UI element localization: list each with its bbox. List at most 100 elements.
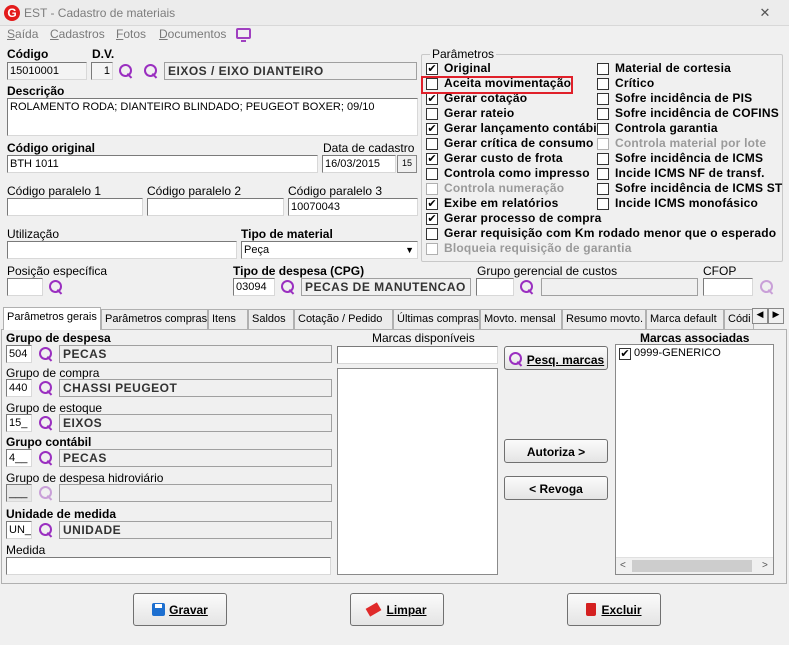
marcas-disponiveis-list[interactable] xyxy=(337,368,498,575)
parametro-checkbox[interactable] xyxy=(597,93,609,105)
parametro-checkbox[interactable] xyxy=(597,123,609,135)
parametro-checkbox[interactable] xyxy=(597,78,609,90)
calendar-icon[interactable]: 15 xyxy=(397,155,417,173)
parametro-label[interactable]: Controla numeração xyxy=(444,181,564,195)
menu-fotos[interactable]: Fotos xyxy=(116,27,146,41)
pesq-marcas-button[interactable]: Pesq. marcas xyxy=(504,346,608,370)
menu-documentos[interactable]: Documentos xyxy=(159,27,226,41)
search-icon[interactable] xyxy=(280,279,296,295)
parametro-checkbox[interactable] xyxy=(597,63,609,75)
search-icon[interactable] xyxy=(38,522,54,538)
cfop-input[interactable] xyxy=(703,278,753,296)
grupo-hidro-code-input[interactable]: ___ xyxy=(6,484,32,502)
parametro-checkbox[interactable] xyxy=(597,153,609,165)
parametro-checkbox[interactable] xyxy=(597,138,609,150)
autoriza-button[interactable]: Autoriza > xyxy=(504,439,608,463)
tab-parametros-gerais[interactable]: Parâmetros gerais xyxy=(3,307,101,330)
search-icon[interactable] xyxy=(48,279,64,295)
parametro-label[interactable]: Gerar rateio xyxy=(444,106,514,120)
codigo-original-input[interactable]: BTH 1011 xyxy=(7,155,318,173)
parametro-checkbox[interactable] xyxy=(426,138,438,150)
tab-ultimas-compras[interactable]: Últimas compras xyxy=(393,309,480,329)
marcas-associadas-list[interactable]: ✔ 0999-GENERICO < > xyxy=(615,344,774,575)
cod-paralelo2-input[interactable] xyxy=(147,198,284,216)
tipo-material-select[interactable]: Peça ▼ xyxy=(241,241,418,259)
tab-marca-default[interactable]: Marca default xyxy=(646,309,724,329)
posicao-input[interactable] xyxy=(7,278,43,296)
unidade-code-input[interactable]: UN_ xyxy=(6,521,32,539)
codigo-input[interactable]: 15010001 xyxy=(7,62,87,80)
parametro-label[interactable]: Incide ICMS monofásico xyxy=(615,196,758,210)
grupo-estoque-code-input[interactable]: 15_ xyxy=(6,414,32,432)
parametro-checkbox[interactable] xyxy=(426,243,438,255)
parametro-checkbox[interactable]: ✔ xyxy=(426,213,438,225)
medida-input[interactable] xyxy=(6,557,331,575)
data-cadastro-input[interactable]: 16/03/2015 xyxy=(322,155,396,173)
menu-saida[interactable]: Saída xyxy=(7,27,38,41)
parametro-checkbox[interactable] xyxy=(426,183,438,195)
revoga-button[interactable]: < Revoga xyxy=(504,476,608,500)
marca-checkbox[interactable]: ✔ xyxy=(619,348,631,360)
search-icon[interactable] xyxy=(38,380,54,396)
grupo-compra-code-input[interactable]: 440 xyxy=(6,379,32,397)
tab-itens[interactable]: Itens xyxy=(208,309,248,329)
tab-parametros-compras[interactable]: Parâmetros compras xyxy=(101,309,208,329)
tab-codigos[interactable]: Códi xyxy=(724,309,754,329)
marcas-search-input[interactable] xyxy=(337,346,498,364)
gravar-button[interactable]: Gravar xyxy=(133,593,227,626)
parametro-label[interactable]: Sofre incidência de PIS xyxy=(615,91,752,105)
close-window-button[interactable]: ✕ xyxy=(748,4,782,22)
search-icon[interactable] xyxy=(38,450,54,466)
parametro-label[interactable]: Original xyxy=(444,61,491,75)
parametro-label[interactable]: Gerar processo de compra xyxy=(444,211,602,225)
parametro-label[interactable]: Crítico xyxy=(615,76,654,90)
scroll-thumb[interactable] xyxy=(632,560,752,572)
chevron-down-icon[interactable]: ▼ xyxy=(405,243,414,257)
horizontal-scrollbar[interactable]: < > xyxy=(616,557,773,574)
cod-paralelo3-input[interactable]: 10070043 xyxy=(288,198,418,216)
menu-cadastros[interactable]: Cadastros xyxy=(50,27,105,41)
scroll-left-icon[interactable]: < xyxy=(620,560,626,571)
parametro-label[interactable]: Controla material por lote xyxy=(615,136,766,150)
cod-paralelo1-input[interactable] xyxy=(7,198,143,216)
tab-scroll-left-icon[interactable]: ◀ xyxy=(752,308,768,324)
tab-saldos[interactable]: Saldos xyxy=(248,309,294,329)
search-icon[interactable] xyxy=(38,346,54,362)
search-icon[interactable] xyxy=(38,485,54,501)
parametro-label[interactable]: Sofre incidência de ICMS xyxy=(615,151,763,165)
parametro-checkbox[interactable]: ✔ xyxy=(426,123,438,135)
grupo-gerencial-input[interactable] xyxy=(476,278,514,296)
parametro-checkbox[interactable] xyxy=(597,198,609,210)
parametro-label[interactable]: Sofre incidência de ICMS ST xyxy=(615,181,782,195)
parametro-checkbox[interactable]: ✔ xyxy=(426,93,438,105)
tab-scroll-right-icon[interactable]: ▶ xyxy=(768,308,784,324)
search-icon[interactable] xyxy=(759,279,775,295)
limpar-button[interactable]: Limpar xyxy=(350,593,444,626)
search-icon[interactable] xyxy=(38,415,54,431)
marca-associada-item[interactable]: 0999-GENERICO xyxy=(634,347,721,359)
parametro-checkbox[interactable] xyxy=(597,183,609,195)
parametro-checkbox[interactable] xyxy=(597,108,609,120)
parametro-label[interactable]: Incide ICMS NF de transf. xyxy=(615,166,765,180)
parametro-label[interactable]: Gerar crítica de consumo xyxy=(444,136,594,150)
scroll-right-icon[interactable]: > xyxy=(762,560,768,571)
tab-resumo-movto[interactable]: Resumo movto. xyxy=(562,309,646,329)
parametro-checkbox[interactable] xyxy=(426,168,438,180)
parametro-label[interactable]: Gerar requisição com Km rodado menor que… xyxy=(444,226,776,240)
search-icon[interactable] xyxy=(143,63,159,79)
monitor-icon[interactable] xyxy=(236,28,251,42)
parametro-label[interactable]: Controla como impresso xyxy=(444,166,590,180)
search-icon[interactable] xyxy=(519,279,535,295)
search-icon[interactable] xyxy=(118,63,134,79)
parametro-checkbox[interactable]: ✔ xyxy=(426,153,438,165)
parametro-label[interactable]: Gerar custo de frota xyxy=(444,151,563,165)
parametro-checkbox[interactable] xyxy=(426,228,438,240)
parametro-label[interactable]: Exibe em relatórios xyxy=(444,196,559,210)
excluir-button[interactable]: Excluir xyxy=(567,593,661,626)
tipo-despesa-code-input[interactable]: 03094 xyxy=(233,278,275,296)
parametro-label[interactable]: Controla garantia xyxy=(615,121,718,135)
parametro-label[interactable]: Bloqueia requisição de garantia xyxy=(444,241,632,255)
descricao-textarea[interactable]: ROLAMENTO RODA; DIANTEIRO BLINDADO; PEUG… xyxy=(7,98,418,136)
parametro-checkbox[interactable] xyxy=(426,108,438,120)
parametro-label[interactable]: Material de cortesia xyxy=(615,61,731,75)
